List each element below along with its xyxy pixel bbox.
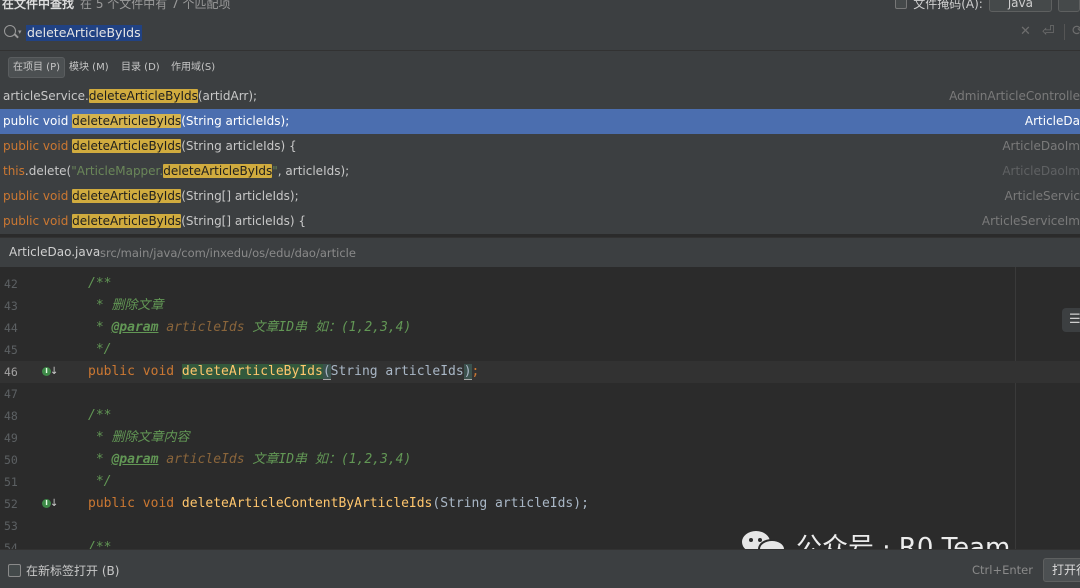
result-row[interactable]: this.delete("ArticleMapper.deleteArticle… [0,159,1080,184]
open-new-tab-checkbox[interactable] [8,564,21,577]
open-in-find-window-button[interactable]: 打开行 [1043,558,1080,582]
code-line: /** [88,276,112,291]
structure-panel-handle[interactable]: ☰ [1062,308,1080,332]
result-location: ArticleDaoIm [1002,164,1080,178]
tab-directory[interactable]: 目录 (D) [117,57,164,78]
match-highlight: deleteArticleByIds [72,114,182,128]
shortcut-hint: Ctrl+Enter [972,563,1033,577]
newline-icon[interactable]: ⏎ [1042,22,1055,40]
scope-tabs: 在项目 (P) 模块 (M) 目录 (D) 作用域(S) [0,51,1080,86]
results-list: articleService.deleteArticleByIds(artidA… [0,84,1080,234]
result-code: public void deleteArticleByIds(String[] … [3,189,299,203]
match-highlight: deleteArticleByIds [72,139,182,153]
clear-icon[interactable]: ✕ [1020,24,1031,39]
regex-icon[interactable]: ⟳ [1072,23,1080,39]
file-mask-select[interactable]: java [988,0,1052,12]
code-line-matched: public void deleteArticleByIds(String ar… [88,364,480,380]
result-location: ArticleDaoIm [1002,139,1080,153]
dialog-title: 在文件中查找在 5 个文件中有 7 个匹配项 [2,0,231,12]
code-line: * 删除文章 [88,298,164,313]
file-mask-group: 文件掩码(A): java [895,0,1080,12]
tab-in-project[interactable]: 在项目 (P) [8,57,66,78]
search-input[interactable]: deleteArticleByIds [26,25,142,41]
result-code: articleService.deleteArticleByIds(artidA… [3,89,258,103]
code-preview[interactable]: 42 43 44 45 46 47 48 49 50 51 52 53 54 I… [0,267,1080,549]
preview-filename: ArticleDao.java [9,245,101,259]
code-line: public void deleteArticleContentByArticl… [88,496,589,511]
result-location: ArticleServic [1004,189,1080,203]
search-icon[interactable] [4,25,16,37]
result-code: public void deleteArticleByIds(String ar… [3,139,297,153]
line-number: 53 [4,519,18,533]
code-line: * @param articleIds 文章ID串 如：(1,2,3,4) [88,452,412,467]
result-location: AdminArticleControlle [949,89,1080,103]
line-number: 47 [4,387,18,401]
filter-button[interactable] [1058,0,1080,12]
result-row[interactable]: public void deleteArticleByIds(String ar… [0,134,1080,159]
match-summary: 在 5 个文件中有 7 个匹配项 [80,0,231,11]
toolbar-divider [1064,24,1065,40]
result-location: ArticleServiceIm [981,214,1080,228]
preview-path: src/main/java/com/inxedu/os/edu/dao/arti… [100,246,356,260]
match-highlight: deleteArticleByIds [88,89,198,103]
tab-module[interactable]: 模块 (M) [65,57,113,78]
code-line: */ [88,342,112,357]
result-location: ArticleDa [1024,114,1080,128]
find-in-files-header: 在文件中查找在 5 个文件中有 7 个匹配项 文件掩码(A): java [0,0,1080,14]
code-line: * 删除文章内容 [88,430,190,445]
result-row[interactable]: articleService.deleteArticleByIds(artidA… [0,84,1080,109]
match-highlight: deleteArticleByIds [72,214,182,228]
chevron-down-icon[interactable]: ▾ [18,28,22,36]
open-new-tab-label[interactable]: 在新标签打开 (B) [26,562,119,579]
result-code: public void deleteArticleByIds(String[] … [3,214,307,228]
file-mask-checkbox[interactable] [895,0,908,9]
match-highlight: deleteArticleByIds [163,164,273,178]
result-code: this.delete("ArticleMapper.deleteArticle… [3,164,350,178]
match-highlight: deleteArticleByIds [181,364,323,379]
dialog-footer: 在新标签打开 (B) Ctrl+Enter 打开行 [0,549,1080,588]
result-row-selected[interactable]: public void deleteArticleByIds(String ar… [0,109,1080,134]
code-line: * @param articleIds 文章ID串 如：(1,2,3,4) [88,320,412,335]
result-code: public void deleteArticleByIds(String ar… [3,114,290,128]
match-highlight: deleteArticleByIds [72,189,182,203]
result-row[interactable]: public void deleteArticleByIds(String[] … [0,209,1080,234]
file-mask-label: 文件掩码(A): [913,0,983,11]
search-bar: ▾ deleteArticleByIds ✕ ⏎ ⟳ [0,14,1080,51]
code-line: */ [88,474,112,489]
tab-scope[interactable]: 作用域(S) [167,57,219,78]
list-icon: ☰ [1069,312,1080,327]
result-row[interactable]: public void deleteArticleByIds(String[] … [0,184,1080,209]
preview-header: ArticleDao.java src/main/java/com/inxedu… [0,237,1080,267]
code-line: /** [88,408,112,423]
